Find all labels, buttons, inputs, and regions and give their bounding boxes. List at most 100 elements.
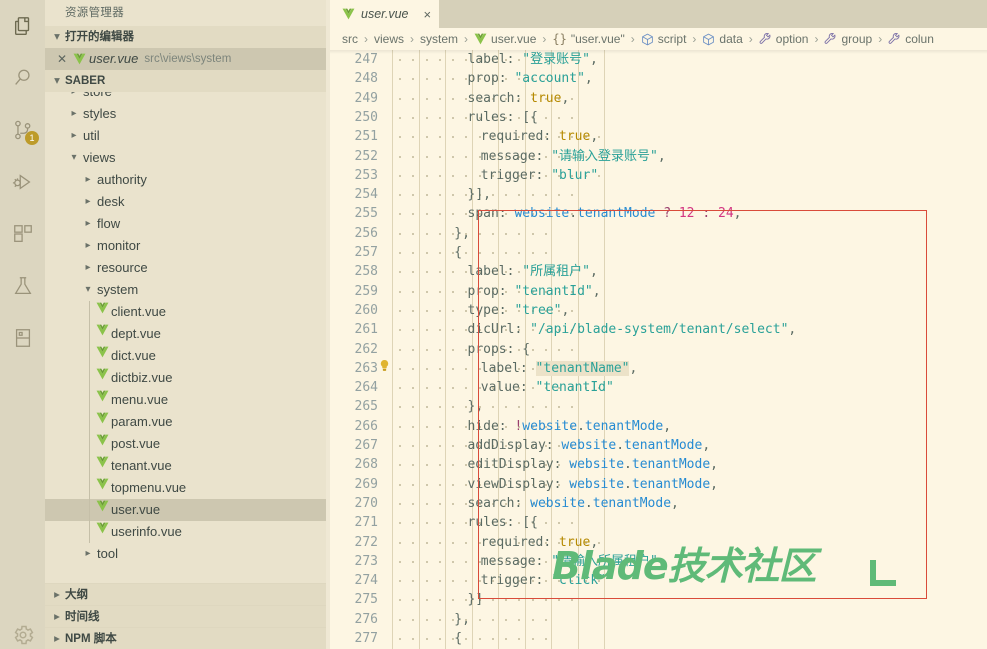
tree-file-item[interactable]: dictbiz.vue: [45, 367, 326, 389]
code-line[interactable]: 250 rules: [{: [330, 108, 987, 127]
breadcrumb-item[interactable]: views: [374, 32, 404, 46]
tree-file-item[interactable]: param.vue: [45, 411, 326, 433]
code-line[interactable]: 262 props: {: [330, 340, 987, 359]
explorer-icon[interactable]: [0, 4, 45, 48]
breadcrumb-item[interactable]: {} "user.vue": [552, 32, 624, 46]
open-editor-item[interactable]: ✕ user.vue src\views\system: [45, 48, 330, 70]
testing-icon[interactable]: [0, 264, 45, 308]
code-line[interactable]: 274 trigger: "click": [330, 571, 987, 590]
code-line[interactable]: 253 trigger: "blur": [330, 166, 987, 185]
code-line[interactable]: 247 label: "登录账号",: [330, 50, 987, 69]
code-line-text: trigger: "blur": [481, 166, 598, 185]
wrench-icon: [759, 32, 772, 46]
lightbulb-icon[interactable]: [377, 359, 391, 378]
breadcrumb-item[interactable]: colun: [888, 32, 934, 46]
code-line-text: search: website.tenantMode,: [468, 494, 679, 513]
code-line[interactable]: 272 required: true,: [330, 533, 987, 552]
tree-file-item[interactable]: user.vue: [45, 499, 326, 521]
breadcrumb-item[interactable]: data: [702, 32, 743, 46]
tree-indent-guide: [89, 301, 90, 543]
code-line[interactable]: 276},: [330, 610, 987, 629]
code-line[interactable]: 259 prop: "tenantId",: [330, 282, 987, 301]
section-timeline[interactable]: ▸ 时间线: [45, 605, 330, 627]
code-line-text: {: [454, 243, 462, 262]
code-line[interactable]: 268 editDisplay: website.tenantMode,: [330, 455, 987, 474]
breadcrumb-separator: ›: [410, 32, 415, 46]
breadcrumb-item[interactable]: group: [824, 32, 872, 46]
code-line[interactable]: 267 addDisplay: website.tenantMode,: [330, 436, 987, 455]
notebook-icon[interactable]: [0, 316, 45, 360]
tab-user-vue[interactable]: user.vue ×: [330, 0, 441, 28]
tree-folder-item[interactable]: ▸ authority: [45, 169, 326, 191]
manage-settings-button[interactable]: [0, 623, 45, 647]
breadcrumb-item[interactable]: user.vue: [474, 32, 536, 46]
code-line[interactable]: 264 value: "tenantId": [330, 378, 987, 397]
section-outline[interactable]: ▸ 大纲: [45, 583, 330, 605]
tree-file-item[interactable]: topmenu.vue: [45, 477, 326, 499]
tree-folder-item[interactable]: ▾ system: [45, 279, 326, 301]
breadcrumb-item-label: option: [775, 32, 809, 46]
tree-file-item[interactable]: menu.vue: [45, 389, 326, 411]
tree-folder-item[interactable]: ▸ resource: [45, 257, 326, 279]
code-line[interactable]: 275}]: [330, 590, 987, 609]
section-project[interactable]: ▾ SABER: [45, 70, 330, 92]
close-icon[interactable]: ×: [423, 7, 431, 22]
code-line[interactable]: 265},: [330, 397, 987, 416]
code-line[interactable]: 254}],: [330, 185, 987, 204]
code-line[interactable]: 258 label: "所属租户",: [330, 262, 987, 281]
extensions-icon[interactable]: [0, 212, 45, 256]
code-line[interactable]: 270 search: website.tenantMode,: [330, 494, 987, 513]
code-line[interactable]: 261 dicUrl: "/api/blade-system/tenant/sel…: [330, 320, 987, 339]
tree-file-item[interactable]: tenant.vue: [45, 455, 326, 477]
code-token: trigger:: [480, 167, 552, 183]
run-debug-icon[interactable]: [0, 160, 45, 204]
breadcrumb-item[interactable]: src: [342, 32, 358, 46]
code-line-text: trigger: "click": [481, 571, 606, 590]
section-open-editors[interactable]: ▾ 打开的编辑器: [45, 26, 330, 48]
breadcrumb-item[interactable]: system: [420, 32, 458, 46]
section-npm-scripts[interactable]: ▸ NPM 脚本: [45, 627, 330, 649]
chevron-down-icon: ▾: [71, 152, 77, 163]
tree-folder-item[interactable]: ▸ monitor: [45, 235, 326, 257]
code-line[interactable]: 271 rules: [{: [330, 513, 987, 532]
code-line-text: search: true,: [468, 89, 570, 108]
code-line[interactable]: 252 message: "请输入登录账号",: [330, 147, 987, 166]
code-line[interactable]: 257 {: [330, 243, 987, 262]
breadcrumb-item[interactable]: script: [641, 32, 686, 46]
tree-folder-item[interactable]: ▸ flow: [45, 213, 326, 235]
code-line[interactable]: 266 hide: !website.tenantMode,: [330, 417, 987, 436]
tree-item-label: flow: [97, 216, 121, 231]
tree-file-item[interactable]: client.vue: [45, 301, 326, 323]
code-line[interactable]: 255 span: website.tenantMode ? 12 : 24,: [330, 204, 987, 223]
breadcrumb-item[interactable]: option: [759, 32, 809, 46]
tree-file-item[interactable]: dept.vue: [45, 323, 326, 345]
tree-folder-item[interactable]: ▸util: [45, 565, 326, 568]
tree-folder-item[interactable]: ▸store: [45, 92, 326, 103]
code-token: .: [584, 495, 593, 511]
search-icon[interactable]: [0, 56, 45, 100]
code-line[interactable]: 260 type: "tree",: [330, 301, 987, 320]
tree-folder-item[interactable]: ▸util: [45, 125, 326, 147]
source-control-icon[interactable]: 1: [0, 108, 45, 152]
code-line[interactable]: 248 prop: "account",: [330, 69, 987, 88]
code-line[interactable]: 249 search: true,: [330, 89, 987, 108]
tree-folder-item[interactable]: ▸ tool: [45, 543, 326, 565]
code-line[interactable]: 277 {: [330, 629, 987, 648]
code-line[interactable]: 256},: [330, 224, 987, 243]
tree-folder-item[interactable]: ▾ views: [45, 147, 326, 169]
code-token: ,: [788, 322, 797, 338]
tree-file-item[interactable]: post.vue: [45, 433, 326, 455]
tree-folder-item[interactable]: ▸ desk: [45, 191, 326, 213]
line-number: 251: [354, 129, 378, 145]
code-line[interactable]: 251 required: true,: [330, 127, 987, 146]
code-editor[interactable]: 247 label: "登录账号", 248 prop: "account", 249 s…: [330, 50, 987, 649]
close-icon[interactable]: ✕: [53, 48, 71, 70]
tree-folder-item[interactable]: ▸ styles: [45, 103, 326, 125]
tree-item-label: desk: [97, 194, 125, 209]
code-line[interactable]: 263 label: "tenantName",: [330, 359, 987, 378]
code-line[interactable]: 269 viewDisplay: website.tenantMode,: [330, 475, 987, 494]
tree-file-item[interactable]: dict.vue: [45, 345, 326, 367]
code-line[interactable]: 273 message: "请输入所属租户",: [330, 552, 987, 571]
tree-file-item[interactable]: userinfo.vue: [45, 521, 326, 543]
